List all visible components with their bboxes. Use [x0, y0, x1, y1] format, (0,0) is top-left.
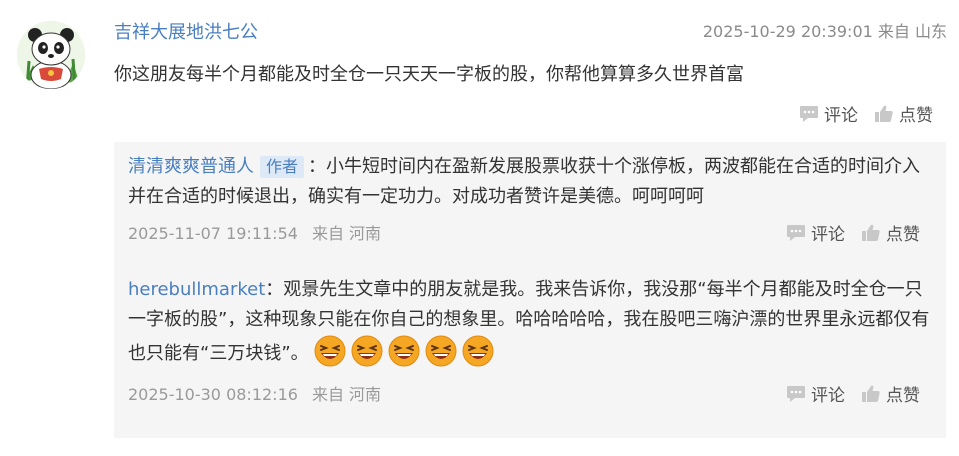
reply-like-button[interactable]: 点赞 [861, 220, 920, 245]
reply-item: herebullmarket：观景先生文章中的朋友就是我。我来告诉你，我没那“每… [128, 275, 934, 406]
reply-separator: ： [265, 279, 284, 300]
comment-reply-button[interactable]: 评论 [799, 101, 858, 126]
laughing-face-icon [388, 335, 420, 377]
reply-like-label: 点赞 [886, 386, 920, 406]
reply-location: 来自 河南 [311, 224, 382, 243]
comment-location: 来自 山东 [877, 22, 947, 41]
reply-user-link[interactable]: herebullmarket [128, 279, 265, 300]
speech-bubble-icon [800, 105, 818, 122]
laughing-face-icon [462, 335, 494, 377]
laughing-face-icon [351, 335, 383, 377]
comment-text: 你这朋友每半个月都能及时全仓一只天天一字板的股，你帮他算算多久世界首富 [114, 64, 744, 85]
panda-avatar-icon [17, 21, 85, 89]
reply-body: 清清爽爽普通人 作者 ：小牛短时间内在盈新发展股票收获十个涨停板，两波都能在合适的时… [128, 152, 934, 212]
reply-comment-label: 评论 [811, 225, 845, 245]
reply-comment-label: 评论 [811, 386, 845, 406]
avatar[interactable] [17, 21, 85, 89]
thumbs-up-icon [875, 105, 893, 122]
comment-reply-label: 评论 [824, 106, 858, 126]
comment-timestamp: 2025-10-29 20:39:01 [702, 22, 873, 41]
comment-author-link[interactable]: 吉祥大展地洪七公 [114, 21, 258, 45]
reply-user-link[interactable]: 清清爽爽普通人 [128, 156, 254, 177]
reply-comment-button[interactable]: 评论 [786, 381, 845, 406]
reply-like-button[interactable]: 点赞 [861, 381, 920, 406]
reply-meta: 2025-10-30 08:12:16 来自 河南 [128, 381, 381, 405]
reply-like-label: 点赞 [886, 225, 920, 245]
emoji-row [314, 335, 499, 367]
comment-like-button[interactable]: 点赞 [874, 101, 933, 126]
comment-actions: 评论 点赞 [799, 101, 933, 126]
thumbs-up-icon [862, 224, 880, 241]
reply-item: 清清爽爽普通人 作者 ：小牛短时间内在盈新发展股票收获十个涨停板，两波都能在合适的时… [128, 152, 934, 245]
reply-actions: 评论 点赞 [786, 220, 920, 245]
reply-meta: 2025-11-07 19:11:54 来自 河南 [128, 220, 381, 244]
speech-bubble-icon [787, 385, 805, 402]
laughing-face-icon [425, 335, 457, 377]
reply-location: 来自 河南 [311, 385, 382, 404]
reply-comment-button[interactable]: 评论 [786, 220, 845, 245]
speech-bubble-icon [787, 224, 805, 241]
reply-actions: 评论 点赞 [786, 381, 920, 406]
comment-like-label: 点赞 [899, 106, 933, 126]
reply-timestamp: 2025-11-07 19:11:54 [128, 224, 298, 243]
thumbs-up-icon [862, 385, 880, 402]
reply-body: herebullmarket：观景先生文章中的朋友就是我。我来告诉你，我没那“每… [128, 275, 934, 377]
replies-panel: 清清爽爽普通人 作者 ：小牛短时间内在盈新发展股票收获十个涨停板，两波都能在合适的时… [114, 142, 946, 438]
reply-separator: ： [308, 156, 327, 177]
laughing-face-icon [314, 335, 346, 377]
reply-timestamp: 2025-10-30 08:12:16 [128, 385, 298, 404]
author-badge: 作者 [260, 156, 305, 178]
comment-meta: 2025-10-29 20:39:01 来自 山东 [703, 20, 947, 44]
